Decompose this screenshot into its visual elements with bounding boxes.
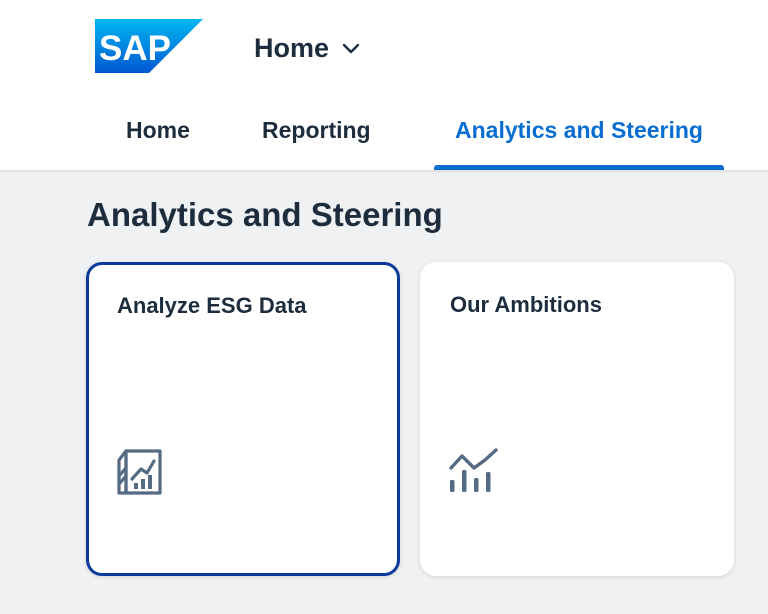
tab-reporting[interactable]: Reporting — [262, 100, 371, 170]
tab-analytics-and-steering[interactable]: Analytics and Steering — [434, 100, 724, 170]
analytics-report-icon — [117, 449, 162, 495]
selected-tab-indicator — [434, 165, 724, 170]
tab-label: Home — [126, 117, 190, 143]
shell-header: SAP Home Home Reporting Analytics and St… — [0, 0, 768, 170]
sap-logo-text: SAP — [99, 29, 171, 68]
tile-title: Analyze ESG Data — [117, 293, 307, 318]
app-title-menu[interactable]: Home — [254, 28, 361, 68]
app-title: Home — [254, 32, 330, 63]
chevron-down-icon — [342, 43, 360, 54]
tab-label: Reporting — [262, 117, 371, 143]
line-bar-chart-icon — [449, 448, 498, 492]
tab-home[interactable]: Home — [126, 100, 190, 170]
tab-label: Analytics and Steering — [455, 117, 703, 143]
tab-bar: Home Reporting Analytics and Steering — [0, 100, 768, 170]
tile-analyze-esg-data[interactable]: Analyze ESG Data — [86, 262, 400, 576]
section-title: Analytics and Steering — [87, 196, 443, 233]
tile-our-ambitions[interactable]: Our Ambitions — [420, 262, 734, 576]
tile-title: Our Ambitions — [450, 292, 602, 317]
sap-logo[interactable]: SAP — [95, 19, 203, 73]
